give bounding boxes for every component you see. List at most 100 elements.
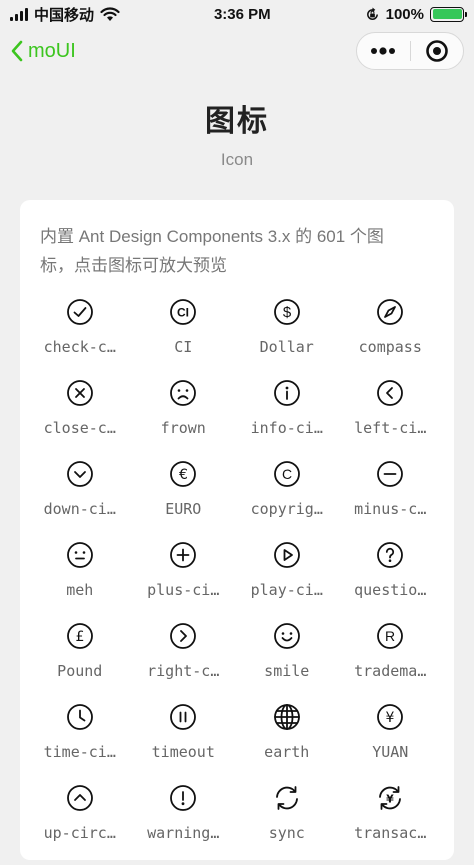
icon-label: sync (268, 824, 305, 842)
svg-text:¥: ¥ (386, 793, 394, 806)
icon-grid-item[interactable]: left-ci… (339, 379, 443, 460)
left-circle-icon (377, 380, 404, 406)
trademark-icon: R (377, 623, 404, 649)
icon-label: up-circ… (43, 824, 116, 842)
icon-label: compass (358, 338, 422, 356)
icon-grid-item[interactable]: right-c… (132, 622, 236, 703)
orientation-lock-icon (366, 6, 378, 20)
frown-icon (170, 380, 197, 406)
icon-grid-item[interactable]: CI CI (132, 298, 236, 379)
more-button[interactable] (357, 33, 410, 69)
icon-grid: check-c… CI CI $ Dollar compass close-c… frown i… (28, 298, 442, 865)
icon-label: meh (66, 581, 94, 599)
icon-grid-item[interactable]: frown (132, 379, 236, 460)
status-bar: 中国移动 3:36 PM 100% (0, 0, 474, 28)
icon-grid-item[interactable]: ¥ YUAN (339, 703, 443, 784)
icon-grid-item[interactable]: close-c… (28, 379, 132, 460)
svg-text:C: C (282, 466, 292, 482)
icon-label: plus-ci… (147, 581, 220, 599)
icon-label: info-ci… (250, 419, 323, 437)
icon-grid-item[interactable]: ¥ transac… (339, 784, 443, 865)
warning-circle-icon (170, 785, 197, 811)
icon-label: right-c… (147, 662, 220, 680)
icon-label: Dollar (259, 338, 314, 356)
icon-label: warning… (147, 824, 220, 842)
icon-grid-item[interactable]: compass (339, 298, 443, 379)
intro-text: 内置 Ant Design Components 3.x 的 601 个图标，点… (40, 227, 384, 275)
icon-grid-item[interactable]: $ Dollar (235, 298, 339, 379)
svg-text:R: R (385, 628, 395, 644)
dollar-icon: $ (273, 299, 300, 325)
svg-text:€: € (179, 467, 188, 483)
icon-grid-item[interactable]: warning… (132, 784, 236, 865)
icon-label: CI (174, 338, 193, 356)
right-circle-icon (170, 623, 197, 649)
meh-icon (66, 542, 93, 568)
icon-grid-item[interactable]: Ccopyrig… (235, 460, 339, 541)
ci-icon: CI (170, 299, 197, 325)
close-mini-program-button[interactable] (411, 33, 464, 69)
compass-icon (377, 299, 404, 325)
icon-grid-item[interactable]: € EURO (132, 460, 236, 541)
page-header: 图标 Icon (0, 96, 474, 170)
icon-label: copyrig… (250, 500, 323, 518)
back-label: moUI (28, 39, 76, 62)
icon-label: YUAN (372, 743, 409, 761)
icon-grid-item[interactable]: minus-c… (339, 460, 443, 541)
euro-icon: € (170, 461, 197, 487)
svg-text:$: $ (283, 304, 292, 321)
copyright-icon: C (273, 461, 300, 487)
down-circle-icon (66, 461, 93, 487)
icon-grid-item[interactable]: smile (235, 622, 339, 703)
target-icon (425, 40, 448, 62)
page-subtitle: Icon (220, 150, 254, 169)
icon-grid-item[interactable]: up-circ… (28, 784, 132, 865)
icon-grid-item[interactable]: £ Pound (28, 622, 132, 703)
icon-label: check-c… (43, 338, 116, 356)
minus-circle-icon (377, 461, 404, 487)
svg-text:CI: CI (177, 306, 189, 320)
timeout-icon (170, 704, 197, 730)
icon-grid-item[interactable]: down-ci… (28, 460, 132, 541)
back-button[interactable]: moUI (10, 40, 76, 63)
icon-grid-item[interactable]: plus-ci… (132, 541, 236, 622)
check-circle-icon (66, 299, 93, 325)
svg-text:£: £ (75, 629, 84, 645)
sync-icon (275, 786, 298, 810)
icon-label: transac… (354, 824, 427, 842)
yuan-icon: ¥ (377, 704, 404, 730)
status-time: 3:36 PM (213, 5, 271, 23)
icon-grid-item[interactable]: timeout (132, 703, 236, 784)
wifi-icon (100, 6, 120, 21)
icon-grid-item[interactable]: earth (235, 703, 339, 784)
icon-grid-item[interactable]: sync (235, 784, 339, 865)
icon-label: earth (264, 743, 310, 761)
icon-grid-item[interactable]: info-ci… (235, 379, 339, 460)
icon-label: time-ci… (43, 743, 116, 761)
icon-label: play-ci… (250, 581, 323, 599)
status-left: 中国移动 (10, 4, 120, 25)
pound-icon: £ (66, 623, 93, 649)
up-circle-icon (66, 785, 93, 811)
close-circle-icon (66, 380, 93, 406)
icon-grid-item[interactable]: questio… (339, 541, 443, 622)
status-right: 100% (365, 5, 467, 23)
carrier-name: 中国移动 (34, 6, 95, 24)
icon-label: left-ci… (354, 419, 427, 437)
icon-grid-item[interactable]: Rtradema… (339, 622, 443, 703)
icon-label: timeout (151, 743, 215, 761)
icon-grid-item[interactable]: play-ci… (235, 541, 339, 622)
nav-bar: moUI (0, 28, 474, 74)
play-circle-icon (273, 542, 300, 568)
time-circle-icon (66, 704, 93, 730)
icon-grid-item[interactable]: check-c… (28, 298, 132, 379)
page-title: 图标 (205, 105, 269, 138)
battery-percent: 100% (385, 5, 424, 23)
plus-circle-icon (170, 542, 197, 568)
question-circle-icon (377, 542, 404, 568)
icon-grid-item[interactable]: time-ci… (28, 703, 132, 784)
icon-label: questio… (354, 581, 427, 599)
smile-icon (273, 623, 300, 649)
icon-grid-item[interactable]: meh (28, 541, 132, 622)
icon-label: close-c… (43, 419, 116, 437)
